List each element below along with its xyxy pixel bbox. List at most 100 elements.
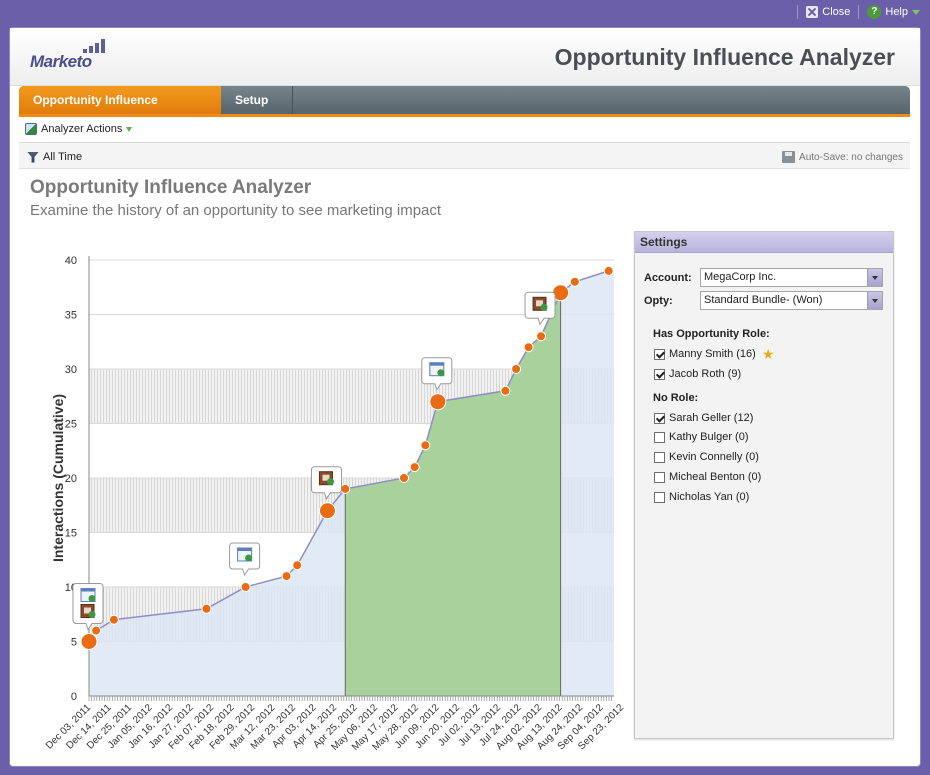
close-link[interactable]: Close: [806, 6, 850, 18]
checkbox[interactable]: [654, 412, 665, 424]
settings-title: Settings: [635, 232, 893, 253]
close-icon: [806, 6, 819, 18]
opportunity-area: [345, 292, 561, 696]
app-header: Marketo Opportunity Influence Analyzer: [10, 28, 920, 86]
person-checkbox-kevin-connelly[interactable]: Kevin Connelly (0): [654, 451, 759, 463]
data-point: [511, 364, 522, 374]
checkbox[interactable]: [654, 491, 665, 503]
data-point: [108, 614, 119, 625]
y-tick-label: 20: [65, 473, 77, 485]
calendar-icon: [237, 547, 253, 562]
role-heading: Has Opportunity Role:: [653, 328, 770, 340]
filter-bar: All Time Auto-Save: no changes: [19, 143, 910, 169]
chevron-down-icon[interactable]: [867, 269, 882, 286]
y-tick-label: 15: [65, 528, 77, 540]
analyzer-icon: [25, 123, 37, 135]
calendar-icon: [429, 362, 445, 377]
data-point: [91, 625, 102, 636]
app-title: Opportunity Influence Analyzer: [554, 44, 895, 70]
person-label: Kevin Connelly (0): [669, 451, 759, 463]
time-filter-label: All Time: [43, 151, 83, 163]
data-point: [523, 342, 534, 353]
save-icon: [782, 151, 796, 163]
marketo-logo: Marketo: [30, 52, 92, 71]
y-tick-label: 40: [65, 255, 77, 267]
logo-bars-icon: [83, 39, 105, 53]
person-label: Sarah Geller (12): [669, 412, 754, 424]
app-frame: Marketo Opportunity Influence Analyzer O…: [9, 27, 921, 767]
opty-label: Opty:: [644, 294, 673, 307]
page-subtitle: Examine the history of an opportunity to…: [30, 202, 442, 219]
y-tick-label: 0: [71, 691, 77, 703]
data-point: [240, 582, 251, 592]
person-checkbox-sarah-geller[interactable]: Sarah Geller (12): [654, 412, 753, 424]
close-label: Close: [822, 6, 851, 18]
opty-value: Standard Bundle- (Won): [704, 294, 823, 306]
lead-icon: [80, 604, 96, 618]
data-point: [80, 633, 98, 650]
tab-setup[interactable]: Setup: [221, 86, 293, 115]
checkbox[interactable]: [654, 451, 665, 463]
account-select[interactable]: MegaCorp Inc.: [700, 268, 883, 287]
checkbox[interactable]: [654, 431, 665, 443]
data-point: [409, 462, 420, 473]
filter-icon: [27, 151, 39, 163]
chevron-down-icon: [912, 9, 920, 15]
checkbox[interactable]: [654, 471, 665, 483]
lead-icon: [532, 296, 548, 311]
y-tick-label: 30: [65, 364, 77, 376]
interaction-callout[interactable]: [229, 542, 261, 577]
data-point: [201, 603, 212, 614]
top-links: Close ? Help: [797, 5, 920, 19]
chevron-down-icon[interactable]: [867, 292, 882, 309]
person-checkbox-manny-smith[interactable]: Manny Smith (16) ★: [654, 345, 775, 362]
page-title: Opportunity Influence Analyzer: [30, 177, 312, 198]
data-point: [318, 502, 336, 520]
data-point: [536, 331, 547, 342]
account-field: Account: MegaCorp Inc.: [644, 268, 883, 287]
data-point: [340, 483, 351, 494]
y-axis-title: Interactions (Cumulative): [50, 394, 66, 562]
data-point: [420, 440, 431, 451]
help-label: Help: [885, 6, 908, 18]
analyzer-actions-menu[interactable]: Analyzer Actions: [25, 120, 133, 138]
data-point: [569, 276, 580, 287]
divider: [858, 5, 860, 19]
tab-opportunity-influence-analyzer[interactable]: Opportunity Influence Analyzer: [19, 86, 221, 136]
data-point: [429, 393, 447, 411]
tab-bar: Opportunity Influence Analyzer Setup: [19, 86, 910, 136]
time-filter[interactable]: All Time: [27, 151, 82, 163]
data-point: [399, 473, 409, 483]
chevron-down-icon: [126, 126, 133, 132]
y-tick-label: 5: [71, 637, 77, 649]
person-checkbox-kathy-bulger[interactable]: Kathy Bulger (0): [654, 431, 748, 443]
person-label: Nicholas Yan (0): [669, 491, 750, 503]
person-label: Manny Smith (16): [669, 348, 756, 360]
opty-select[interactable]: Standard Bundle- (Won): [700, 291, 883, 310]
person-checkbox-nicholas-yan[interactable]: Nicholas Yan (0): [654, 491, 749, 503]
autosave-status: Auto-Save: no changes: [782, 151, 903, 163]
top-bar: Close ? Help: [0, 0, 930, 26]
person-label: Micheal Benton (0): [669, 471, 762, 483]
checkbox[interactable]: [654, 368, 665, 380]
help-link[interactable]: ? Help: [867, 5, 920, 19]
analyzer-actions-label: Analyzer Actions: [41, 123, 123, 135]
lead-icon: [318, 471, 334, 486]
y-tick-label: 25: [65, 419, 77, 431]
checkbox[interactable]: [654, 348, 665, 360]
star-icon: ★: [761, 345, 775, 362]
settings-panel: Settings Account: MegaCorp Inc. Opty: St…: [634, 231, 894, 739]
account-value: MegaCorp Inc.: [704, 271, 777, 283]
data-point: [603, 265, 614, 276]
data-point: [292, 560, 303, 571]
opty-field: Opty: Standard Bundle- (Won): [644, 291, 883, 310]
influence-chart: 0510152025303540Interactions (Cumulative…: [44, 255, 624, 753]
data-point: [500, 385, 511, 396]
data-point: [281, 571, 292, 582]
person-checkbox-jacob-roth[interactable]: Jacob Roth (9): [654, 368, 741, 380]
y-tick-label: 35: [65, 310, 77, 322]
person-checkbox-micheal-benton[interactable]: Micheal Benton (0): [654, 471, 761, 483]
norole-heading: No Role:: [653, 392, 699, 404]
interaction-callout[interactable]: [72, 583, 104, 631]
account-label: Account:: [644, 271, 692, 284]
